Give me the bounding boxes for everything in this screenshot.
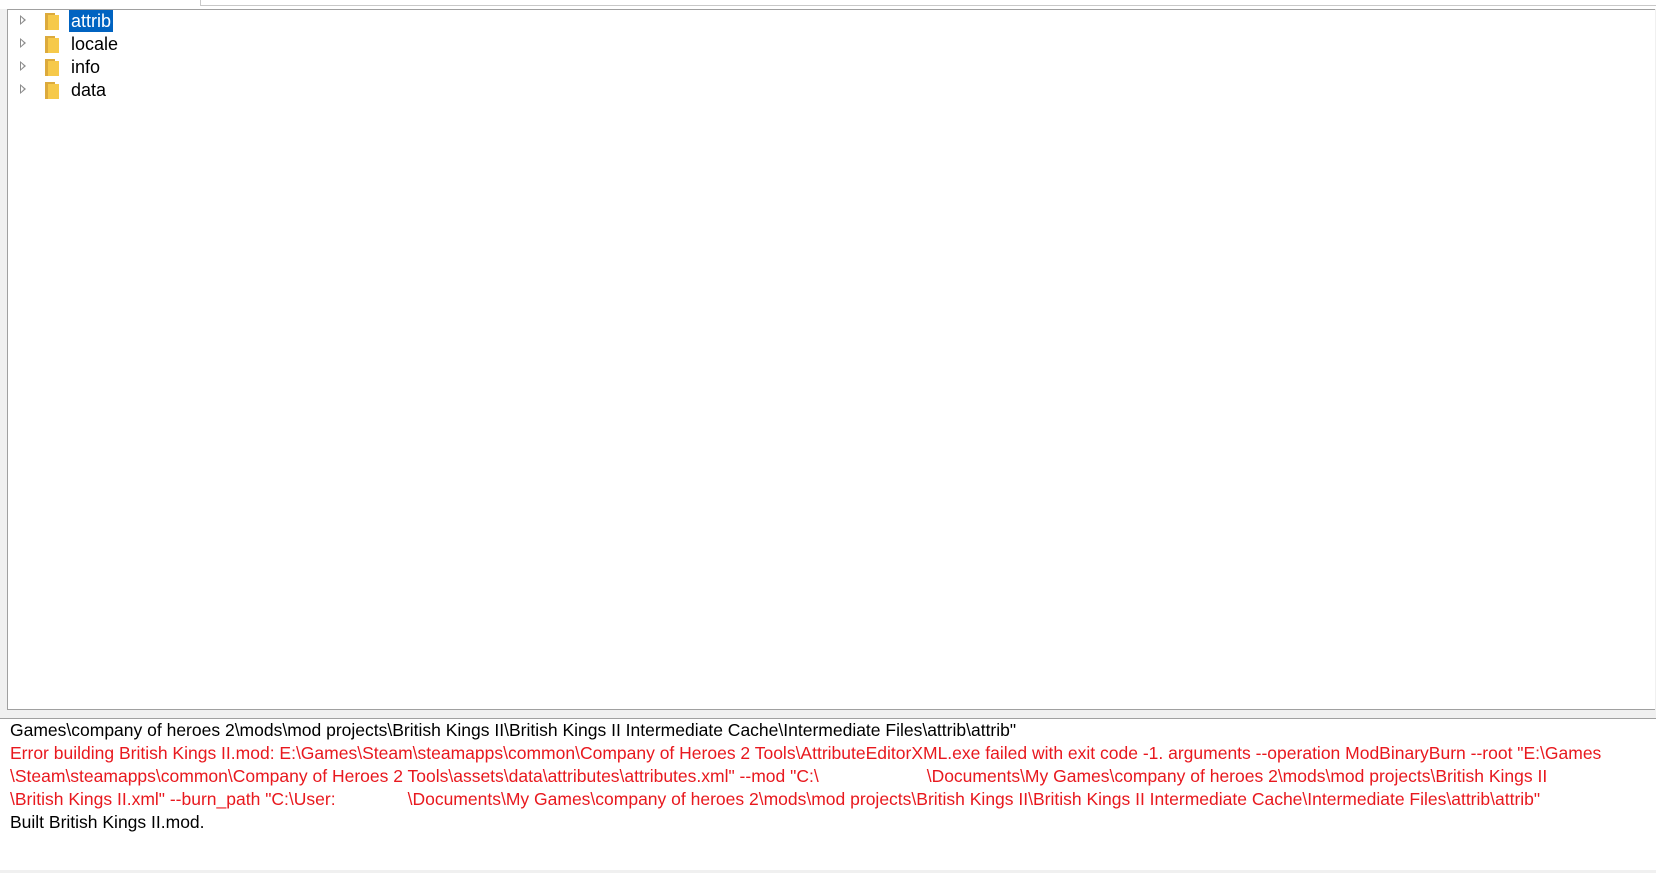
tree-item-data[interactable]: data: [8, 79, 308, 103]
folder-icon: [43, 82, 59, 99]
tree-item-label[interactable]: attrib: [69, 10, 114, 32]
file-tree-panel[interactable]: attrib locale info data: [7, 9, 1655, 710]
output-text-segment: \Documents\My Games\company of heroes 2\…: [926, 766, 1548, 786]
tree-item-attrib[interactable]: attrib: [8, 10, 308, 34]
expand-triangle-icon[interactable]: [20, 15, 26, 25]
tree-item-label[interactable]: locale: [69, 33, 120, 55]
tree-item-info[interactable]: info: [8, 56, 308, 80]
expand-triangle-icon[interactable]: [20, 61, 26, 71]
tree-item-locale[interactable]: locale: [8, 33, 308, 57]
redacted-gap: [335, 790, 408, 811]
redacted-gap: [818, 767, 927, 788]
output-log-panel[interactable]: Games\company of heroes 2\mods\mod proje…: [0, 718, 1656, 874]
output-error-line: \Steam\steamapps\common\Company of Heroe…: [10, 764, 1547, 788]
folder-icon: [43, 59, 59, 76]
tab-line: [200, 5, 1656, 6]
tree-item-label[interactable]: info: [69, 56, 102, 78]
output-error-line: Error building British Kings II.mod: E:\…: [10, 743, 1602, 763]
output-text-segment: \Documents\My Games\company of heroes 2\…: [407, 789, 1541, 809]
output-text-segment: \British Kings II.xml" --burn_path "C:\U…: [10, 789, 336, 809]
folder-icon: [43, 13, 59, 30]
output-line: Games\company of heroes 2\mods\mod proje…: [10, 720, 1017, 740]
tree-item-label[interactable]: data: [69, 79, 108, 101]
output-text-segment: \Steam\steamapps\common\Company of Heroe…: [10, 766, 819, 786]
folder-icon: [43, 36, 59, 53]
expand-triangle-icon[interactable]: [20, 38, 26, 48]
output-error-line: \British Kings II.xml" --burn_path "C:\U…: [10, 787, 1540, 811]
output-line: Built British Kings II.mod.: [10, 812, 205, 832]
tab-strip: [0, 0, 1656, 9]
expand-triangle-icon[interactable]: [20, 84, 26, 94]
